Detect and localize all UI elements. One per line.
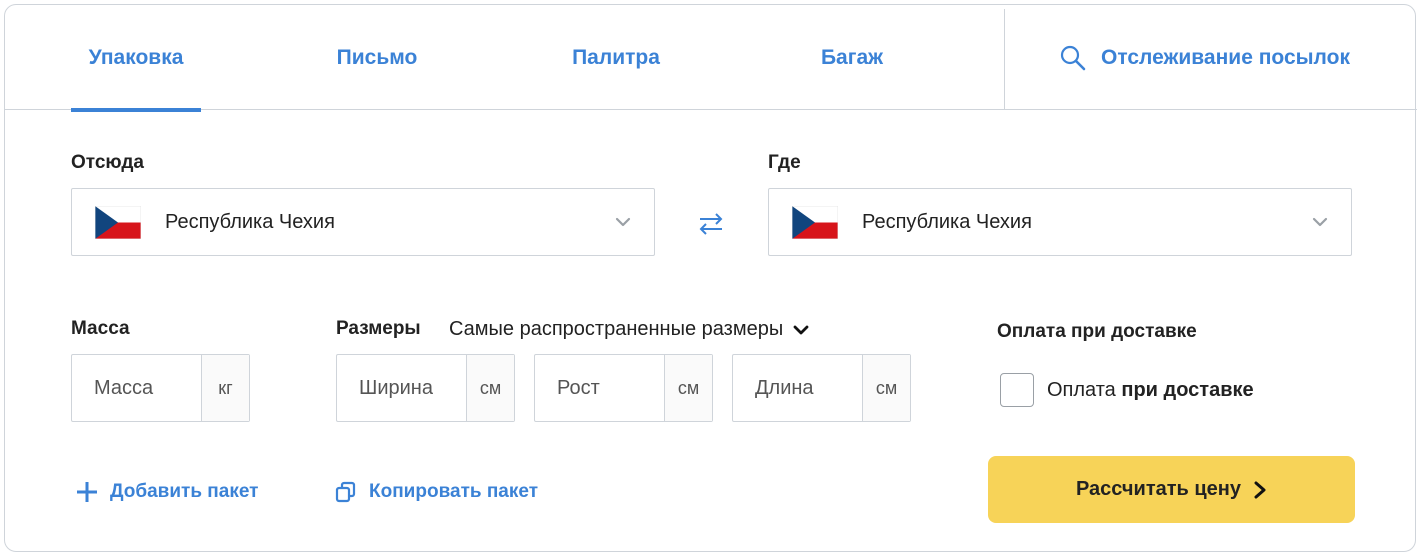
sizes-label: Размеры [336,318,421,339]
tab-label: Упаковка [88,45,184,69]
height-unit: см [664,355,712,421]
chevron-down-icon [793,325,809,334]
length-unit: см [862,355,910,421]
tab-label: Багаж [820,45,884,69]
cod-checkbox[interactable] [1000,373,1034,407]
cod-label[interactable]: Оплата при доставке [1047,379,1254,402]
to-country-value: Республика Чехия [862,210,1032,233]
tab-tracking[interactable]: Отслеживание посылок [1059,5,1350,110]
length-field: см [732,354,911,422]
tab-letter[interactable]: Письмо [327,5,427,110]
mass-label: Масса [71,318,130,339]
search-icon [1060,45,1086,70]
from-country-value: Республика Чехия [165,210,335,233]
tab-luggage[interactable]: Багаж [809,5,895,110]
swap-icon[interactable] [697,211,725,237]
czech-flag-icon [792,206,838,239]
to-label: Где [768,152,801,173]
calculate-price-label: Рассчитать цену [1075,478,1242,500]
cod-label-plain: Оплата [1047,379,1122,401]
chevron-right-icon [1254,481,1266,498]
mass-input[interactable] [72,355,201,421]
width-input[interactable] [337,355,466,421]
sizes-preset-dropdown[interactable]: Самые распространенные размеры [449,318,809,341]
width-unit: см [466,355,514,421]
add-package-label: Добавить пакет [110,481,259,502]
to-country-select[interactable]: Республика Чехия [768,188,1352,256]
tab-package[interactable]: Упаковка [71,5,201,112]
copy-package-label: Копировать пакет [369,481,539,502]
add-package-link[interactable]: Добавить пакет [76,481,258,503]
czech-flag-icon [95,206,141,239]
tab-label: Письмо [336,45,418,69]
height-field: см [534,354,713,422]
chevron-down-icon [615,217,631,227]
from-country-select[interactable]: Республика Чехия [71,188,655,256]
sizes-preset-label: Самые распространенные размеры [449,318,784,340]
tabs-divider [1004,9,1005,110]
tab-tracking-label: Отслеживание посылок [1101,45,1350,69]
from-label: Отсюда [71,152,145,173]
width-field: см [336,354,515,422]
length-input[interactable] [733,355,862,421]
copy-package-link[interactable]: Копировать пакет [335,481,538,503]
shipping-calculator-card: Упаковка Письмо Палитра Багаж Отслеживан… [4,4,1417,552]
tab-label: Палитра [572,45,660,69]
chevron-down-icon [1312,217,1328,227]
plus-icon [77,482,97,502]
height-input[interactable] [535,355,664,421]
cod-heading: Оплата при доставке [997,321,1197,342]
mass-field: кг [71,354,250,422]
tab-pallet[interactable]: Палитра [563,5,669,110]
tab-bar: Упаковка Письмо Палитра Багаж Отслеживан… [5,5,1417,112]
cod-label-bold: при доставке [1121,379,1254,401]
mass-unit: кг [201,355,249,421]
copy-icon [335,481,356,503]
calculate-price-button[interactable]: Рассчитать цену [988,456,1355,523]
